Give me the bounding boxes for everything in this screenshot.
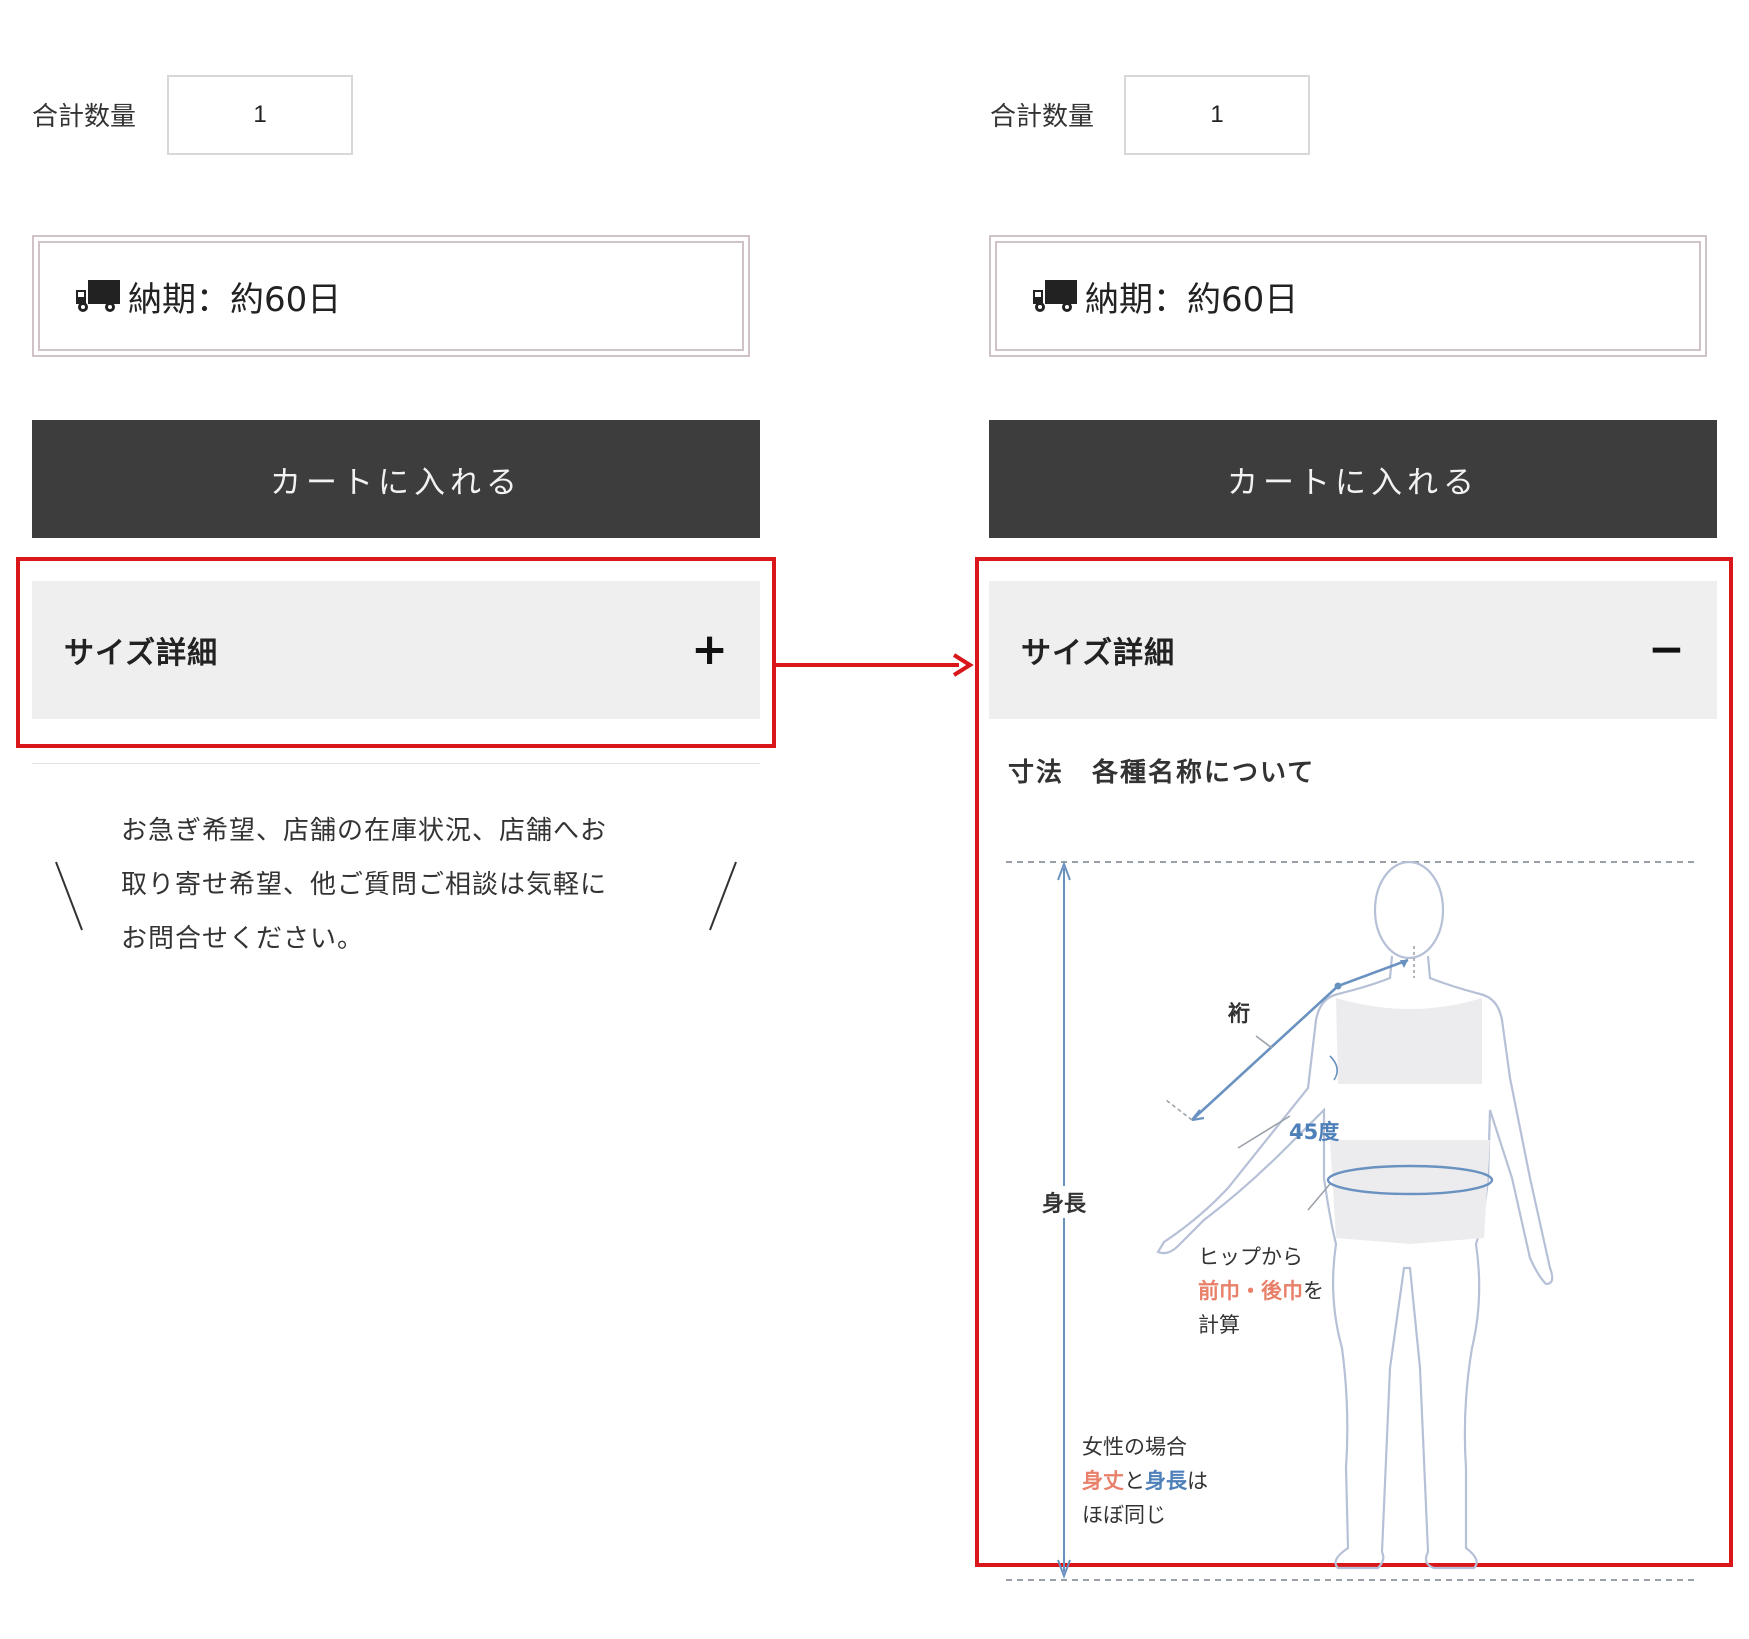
accordion-title: サイズ詳細: [64, 636, 219, 671]
label-angle: 45度: [1289, 1120, 1340, 1144]
size-detail-accordion-header[interactable]: サイズ詳細 −: [989, 581, 1717, 719]
plus-icon[interactable]: +: [691, 628, 728, 672]
label-height: 身長: [1042, 1186, 1087, 1218]
slash-left-icon: [55, 861, 83, 931]
quantity-input[interactable]: [1124, 75, 1310, 155]
truck-icon: [1033, 280, 1077, 312]
delivery-text: 納期：約60日: [128, 279, 342, 320]
contact-message: お急ぎ希望、店舗の在庫状況、店舗へお 取り寄せ希望、他ご質問ご相談は気軽に お問…: [121, 816, 608, 954]
delivery-text: 納期：約60日: [1085, 279, 1299, 320]
measurement-section-title: 寸法 各種名称について: [1008, 758, 1316, 788]
quantity-label: 合計数量: [990, 102, 1095, 132]
hip-note: ヒップから 前巾・後巾を 計算: [1198, 1245, 1324, 1337]
quantity-label: 合計数量: [32, 102, 137, 132]
label-sleeve: 裄: [1228, 1002, 1251, 1027]
size-detail-accordion-header[interactable]: サイズ詳細 +: [32, 581, 760, 719]
quantity-input[interactable]: [167, 75, 353, 155]
minus-icon[interactable]: −: [1648, 628, 1685, 672]
slash-right-icon: [709, 861, 737, 931]
accordion-title: サイズ詳細: [1021, 636, 1176, 671]
truck-icon: [76, 280, 120, 312]
add-to-cart-button[interactable]: カートに入れる: [989, 420, 1717, 538]
add-to-cart-button[interactable]: カートに入れる: [32, 420, 760, 538]
transition-arrow-icon: [774, 653, 974, 677]
women-note: 女性の場合 身丈と身長は ほぼ同じ: [1082, 1430, 1208, 1532]
divider: [32, 763, 760, 764]
top-garment: [1336, 998, 1482, 1084]
delivery-info: 納期：約60日: [989, 235, 1707, 357]
delivery-info: 納期：約60日: [32, 235, 750, 357]
shorts-garment: [1330, 1140, 1490, 1244]
